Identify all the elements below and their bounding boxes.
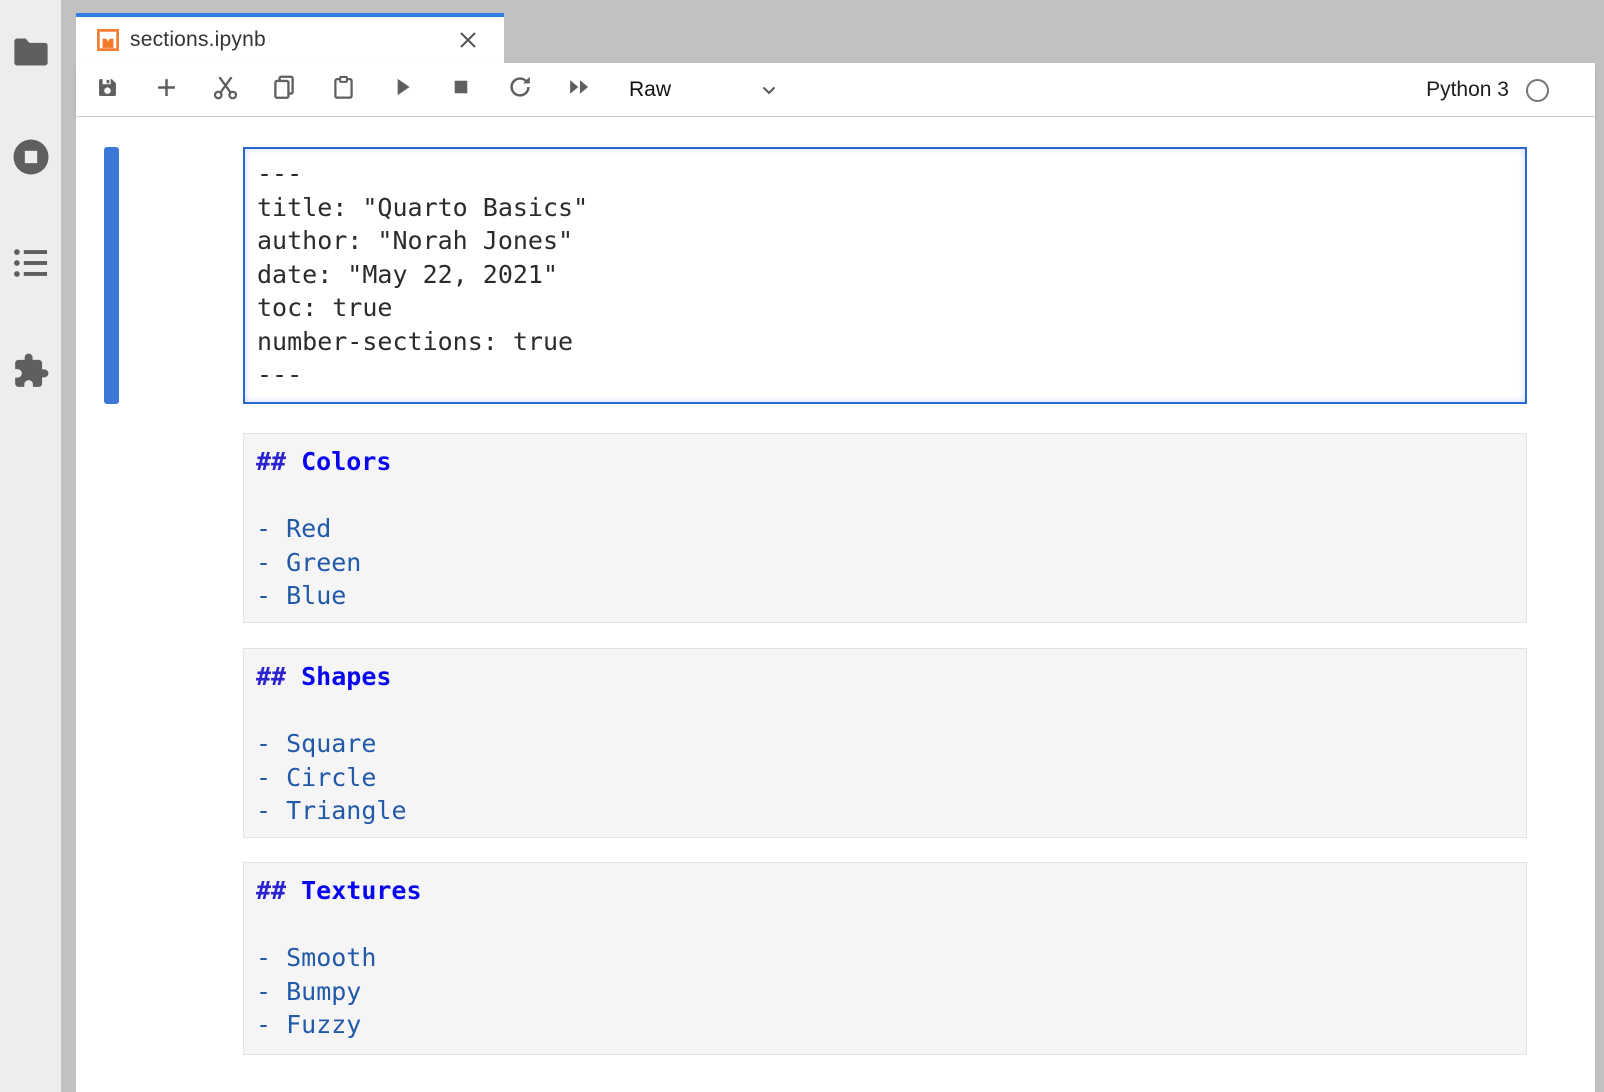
source-line: --- bbox=[257, 157, 1513, 191]
restart-and-run-all-icon bbox=[565, 73, 593, 106]
heading-text: Textures bbox=[301, 876, 421, 905]
cell-raw-yaml[interactable]: --- title: "Quarto Basics" author: "Nora… bbox=[243, 147, 1527, 404]
notebook-panel: --- title: "Quarto Basics" author: "Nora… bbox=[76, 117, 1595, 1092]
sidebar-item-running-sessions[interactable] bbox=[0, 127, 61, 187]
running-sessions-icon bbox=[11, 137, 51, 177]
left-activity-sidebar bbox=[0, 0, 61, 1092]
sidebar-item-extension-manager[interactable] bbox=[0, 341, 61, 401]
cell-type-dropdown[interactable]: Raw bbox=[616, 70, 794, 110]
file-browser-icon bbox=[12, 36, 50, 68]
list-item: - Red bbox=[256, 512, 1514, 546]
restart-kernel-button[interactable] bbox=[502, 70, 538, 110]
list-item: - Circle bbox=[256, 761, 1514, 795]
paste-cells-icon bbox=[330, 74, 357, 106]
save-icon bbox=[94, 74, 121, 106]
interrupt-kernel-button[interactable] bbox=[443, 70, 479, 110]
source-line: author: "Norah Jones" bbox=[257, 224, 1513, 258]
restart-and-run-all-button[interactable] bbox=[561, 70, 597, 110]
restart-kernel-icon bbox=[506, 73, 534, 106]
cut-cells-icon bbox=[211, 73, 240, 107]
copy-cells-button[interactable] bbox=[266, 70, 302, 110]
markdown-heading: ## Textures bbox=[256, 874, 1514, 908]
dock-tab-bar: sections.ipynb bbox=[76, 0, 1595, 63]
cut-cells-button[interactable] bbox=[207, 70, 243, 110]
list-item: - Bumpy bbox=[256, 975, 1514, 1009]
selected-cell-collapser[interactable] bbox=[104, 147, 119, 404]
list-item: - Smooth bbox=[256, 941, 1514, 975]
list-item: - Square bbox=[256, 727, 1514, 761]
kernel-switcher[interactable]: Python 3 bbox=[1426, 63, 1549, 117]
list-item: - Blue bbox=[256, 579, 1514, 613]
markdown-heading: ## Colors bbox=[256, 445, 1514, 479]
copy-cells-icon bbox=[270, 73, 298, 106]
source-line: title: "Quarto Basics" bbox=[257, 191, 1513, 225]
source-line: number-sections: true bbox=[257, 325, 1513, 359]
blank-line bbox=[256, 908, 1514, 942]
paste-cells-button[interactable] bbox=[325, 70, 361, 110]
sidebar-item-file-browser[interactable] bbox=[0, 22, 61, 82]
sidebar-splitter[interactable] bbox=[61, 0, 76, 1092]
blank-line bbox=[256, 479, 1514, 513]
toolbar-buttons bbox=[89, 70, 597, 110]
blank-line bbox=[256, 694, 1514, 728]
source-line: toc: true bbox=[257, 291, 1513, 325]
tab-sections-ipynb[interactable]: sections.ipynb bbox=[76, 13, 504, 63]
interrupt-kernel-icon bbox=[448, 74, 474, 105]
cell-markdown-colors[interactable]: ## Colors - Red - Green - Blue bbox=[243, 433, 1527, 623]
kernel-name: Python 3 bbox=[1426, 78, 1509, 102]
sidebar-item-table-of-contents[interactable] bbox=[0, 233, 61, 293]
insert-cell-button[interactable] bbox=[148, 70, 184, 110]
table-of-contents-icon bbox=[13, 247, 49, 279]
run-cell-button[interactable] bbox=[384, 70, 420, 110]
source-line: date: "May 22, 2021" bbox=[257, 258, 1513, 292]
heading-marker: ## bbox=[256, 876, 286, 905]
run-cell-icon bbox=[389, 74, 415, 105]
heading-text: Colors bbox=[301, 447, 391, 476]
insert-cell-icon bbox=[153, 74, 180, 106]
source-line: --- bbox=[257, 358, 1513, 392]
cell-type-value: Raw bbox=[616, 78, 671, 102]
heading-marker: ## bbox=[256, 447, 286, 476]
list-item: - Green bbox=[256, 546, 1514, 580]
tab-title: sections.ipynb bbox=[130, 28, 266, 52]
save-button[interactable] bbox=[89, 70, 125, 110]
chevron-down-icon bbox=[758, 79, 794, 101]
cell-markdown-textures[interactable]: ## Textures - Smooth - Bumpy - Fuzzy bbox=[243, 862, 1527, 1055]
notebook-icon bbox=[97, 29, 119, 51]
close-icon[interactable] bbox=[456, 28, 480, 52]
list-item: - Fuzzy bbox=[256, 1008, 1514, 1042]
list-item: - Triangle bbox=[256, 794, 1514, 828]
heading-text: Shapes bbox=[301, 662, 391, 691]
cell-markdown-shapes[interactable]: ## Shapes - Square - Circle - Triangle bbox=[243, 648, 1527, 838]
extension-manager-icon bbox=[12, 352, 50, 390]
notebook-toolbar: Raw Python 3 bbox=[76, 63, 1595, 117]
window-right-edge bbox=[1595, 0, 1604, 1092]
markdown-heading: ## Shapes bbox=[256, 660, 1514, 694]
kernel-status-icon[interactable] bbox=[1526, 79, 1549, 102]
heading-marker: ## bbox=[256, 662, 286, 691]
